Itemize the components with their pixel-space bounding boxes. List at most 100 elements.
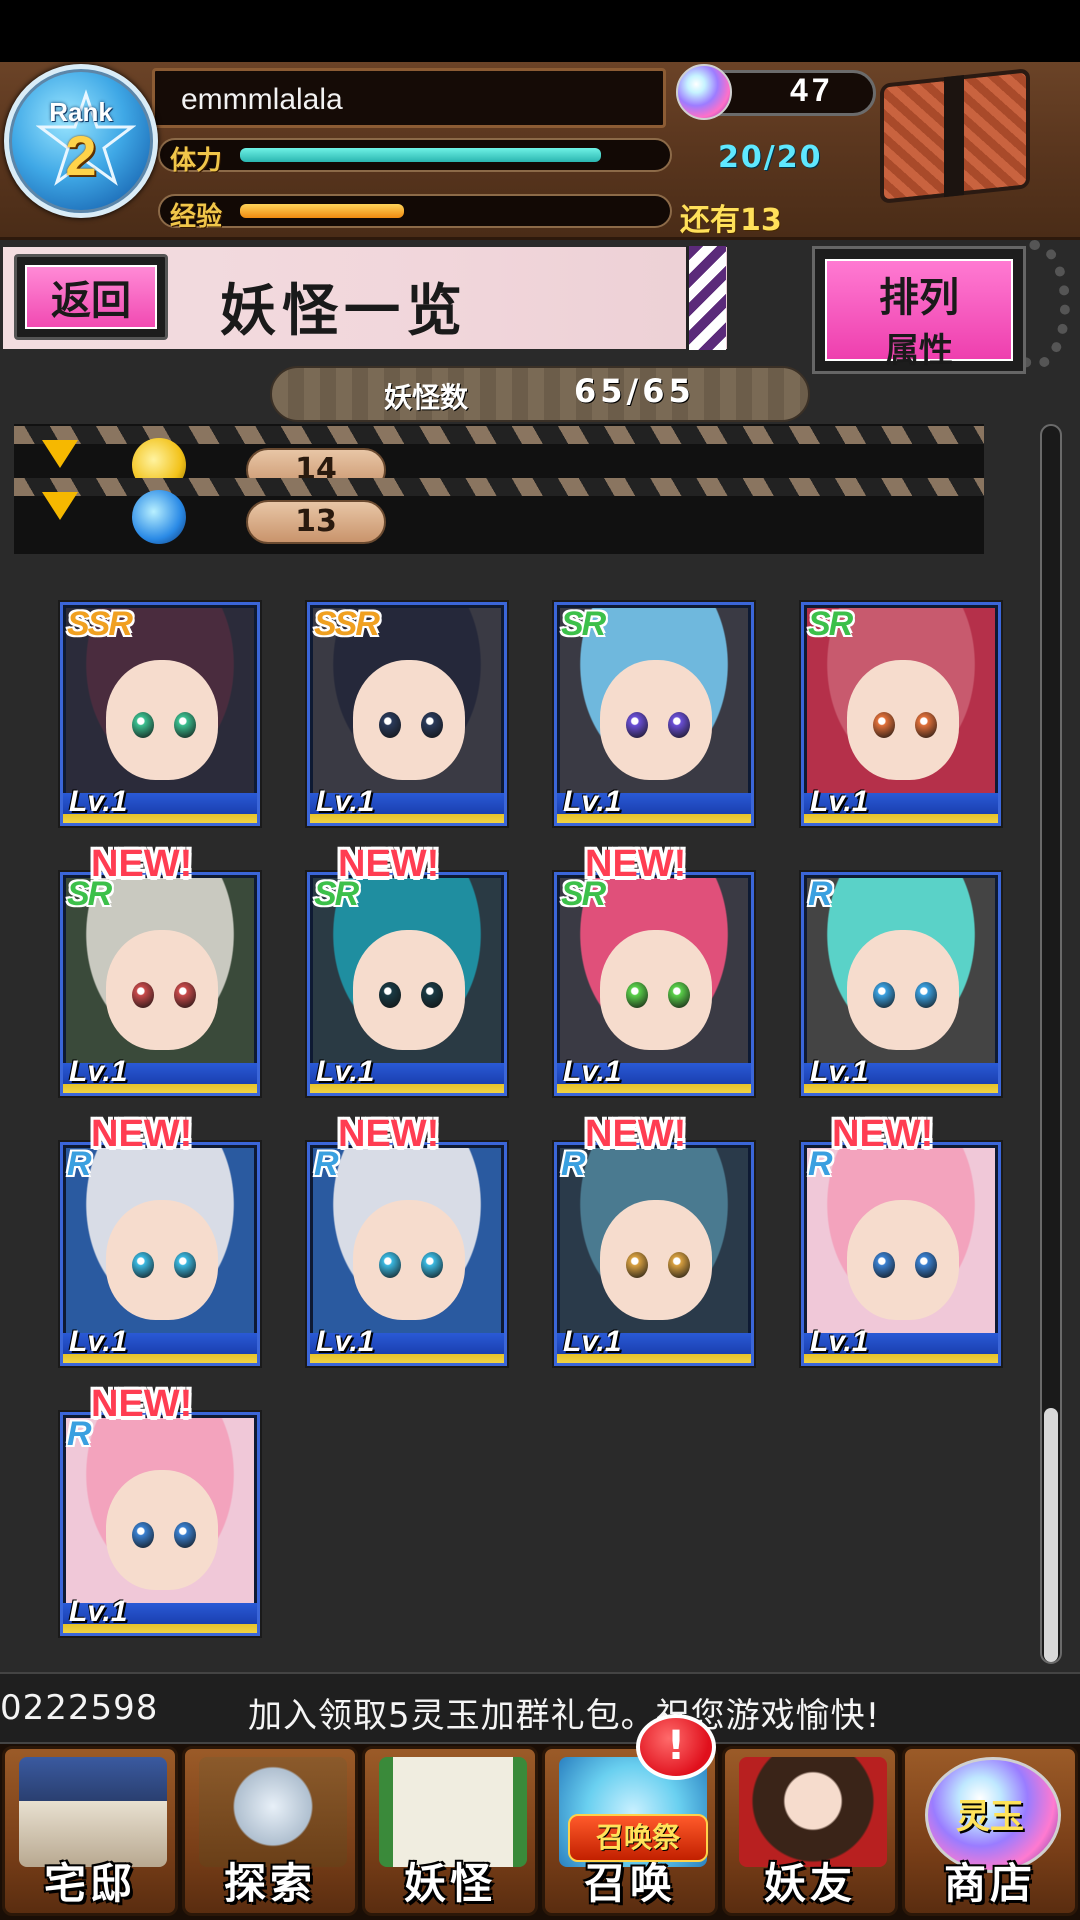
yokai-eye: [174, 1522, 196, 1548]
yokai-card[interactable]: Lv.1 SR NEW!: [60, 843, 260, 1096]
rank-number: 2: [65, 124, 97, 187]
nav-label: 商店: [943, 1859, 1036, 1908]
sort-button[interactable]: 排列 属性: [812, 246, 1026, 374]
status-bar: [0, 0, 1080, 62]
rarity-badge: R: [314, 1145, 339, 1183]
yokai-eye: [421, 712, 443, 738]
yokai-card[interactable]: Lv.1 SSR: [307, 602, 507, 826]
yokai-eye: [668, 1252, 690, 1278]
yokai-face: [847, 930, 959, 1050]
yokai-card[interactable]: Lv.1 R NEW!: [801, 1113, 1001, 1366]
filter-row-water[interactable]: 13: [14, 478, 984, 544]
filter-row-gold[interactable]: 14: [14, 426, 984, 492]
yokai-face: [847, 1200, 959, 1320]
yokai-eye: [873, 712, 895, 738]
yokai-card[interactable]: Lv.1 R NEW!: [60, 1113, 260, 1366]
yokai-face: [600, 1200, 712, 1320]
rarity-badge: R: [808, 875, 833, 913]
new-badge: NEW!: [585, 1113, 687, 1155]
yokai-eye: [421, 982, 443, 1008]
yokai-face: [847, 660, 959, 780]
stamina-value: 20/20: [718, 140, 823, 175]
yokai-eye: [379, 1252, 401, 1278]
yokai-card[interactable]: Lv.1 R NEW!: [307, 1113, 507, 1366]
yokai-portrait: [313, 1148, 501, 1336]
nav-explore[interactable]: 探索: [182, 1746, 358, 1916]
yokai-portrait: [66, 1418, 254, 1606]
collapse-arrow-icon[interactable]: [42, 440, 78, 468]
level-label: Lv.1: [316, 785, 375, 818]
yokai-eye: [668, 712, 690, 738]
gem-count: 47: [790, 72, 834, 108]
level-label: Lv.1: [69, 785, 128, 818]
nav-yokai[interactable]: 妖怪: [362, 1746, 538, 1916]
back-button-label: 返回: [25, 265, 157, 329]
yokai-eye: [174, 982, 196, 1008]
nav-mansion[interactable]: 宅邸: [2, 1746, 178, 1916]
level-label: Lv.1: [563, 1325, 622, 1358]
news-ticker: 0222598 加入领取5灵玉加群礼包。祝您游戏愉快!: [0, 1672, 1080, 1744]
yokai-portrait: [560, 1148, 748, 1336]
nav-label: 宅邸: [43, 1859, 136, 1908]
rarity-badge: R: [561, 1145, 586, 1183]
treasure-chest-icon[interactable]: [880, 68, 1030, 204]
rarity-badge: R: [808, 1145, 833, 1183]
level-label: Lv.1: [316, 1325, 375, 1358]
stamina-label: 体力: [170, 146, 223, 176]
yokai-face: [600, 930, 712, 1050]
yokai-card[interactable]: Lv.1 SSR: [60, 602, 260, 826]
yokai-card[interactable]: Lv.1 SR NEW!: [307, 843, 507, 1096]
yokai-card[interactable]: Lv.1 SR: [554, 602, 754, 826]
yokai-count-pill: [270, 366, 810, 422]
exp-label: 经验: [170, 202, 223, 232]
yokai-eye: [915, 982, 937, 1008]
yokai-card[interactable]: Lv.1 R NEW!: [554, 1113, 754, 1366]
rank-badge[interactable]: Rank 2: [4, 64, 158, 218]
yokai-card[interactable]: Lv.1 SR: [801, 602, 1001, 826]
nav-friends[interactable]: 妖友: [722, 1746, 898, 1916]
yokai-eye: [132, 1522, 154, 1548]
yokai-eye: [132, 712, 154, 738]
yokai-eye: [626, 712, 648, 738]
yokai-face: [353, 660, 465, 780]
new-badge: NEW!: [338, 843, 440, 885]
summon-festival-banner: 召唤祭: [568, 1814, 708, 1862]
yokai-portrait: [807, 1148, 995, 1336]
exp-bar: 经验: [158, 194, 672, 232]
yokai-eye: [174, 1252, 196, 1278]
yokai-card[interactable]: Lv.1 R NEW!: [60, 1383, 260, 1636]
yokai-card[interactable]: Lv.1 R: [801, 872, 1001, 1096]
ticker-code: 0222598: [0, 1688, 159, 1728]
level-label: Lv.1: [810, 1325, 869, 1358]
yokai-face: [106, 930, 218, 1050]
yokai-eye: [626, 1252, 648, 1278]
shop-orb-overlay: 灵玉: [956, 1797, 1024, 1837]
rarity-badge: SSR: [67, 605, 133, 643]
new-badge: NEW!: [585, 843, 687, 885]
yokai-eye: [873, 1252, 895, 1278]
collapse-arrow-icon[interactable]: [42, 492, 78, 520]
level-label: Lv.1: [69, 1055, 128, 1088]
sort-button-label: 排列: [879, 274, 959, 321]
nav-shop[interactable]: 灵玉 商店: [902, 1746, 1078, 1916]
stamina-bar: 体力: [158, 138, 672, 176]
yokai-card[interactable]: Lv.1 SR NEW!: [554, 843, 754, 1096]
spirit-gem-icon: [676, 64, 732, 120]
alert-icon: !: [636, 1714, 716, 1780]
yokai-face: [106, 1470, 218, 1590]
nav-label: 探索: [223, 1859, 316, 1908]
scrollbar-thumb[interactable]: [1044, 1408, 1058, 1662]
filter-count: 13: [246, 500, 386, 544]
back-button[interactable]: 返回: [14, 254, 168, 340]
yokai-eye: [379, 982, 401, 1008]
level-label: Lv.1: [563, 1055, 622, 1088]
title-bar-stripe: [686, 246, 726, 350]
new-badge: NEW!: [832, 1113, 934, 1155]
level-label: Lv.1: [69, 1595, 128, 1628]
yokai-count-value: 65/65: [574, 372, 695, 410]
player-name: emmmlalala: [181, 83, 343, 116]
rarity-badge: SSR: [314, 605, 380, 643]
water-element-icon: [132, 490, 186, 544]
yokai-face: [353, 930, 465, 1050]
level-label: Lv.1: [563, 785, 622, 818]
